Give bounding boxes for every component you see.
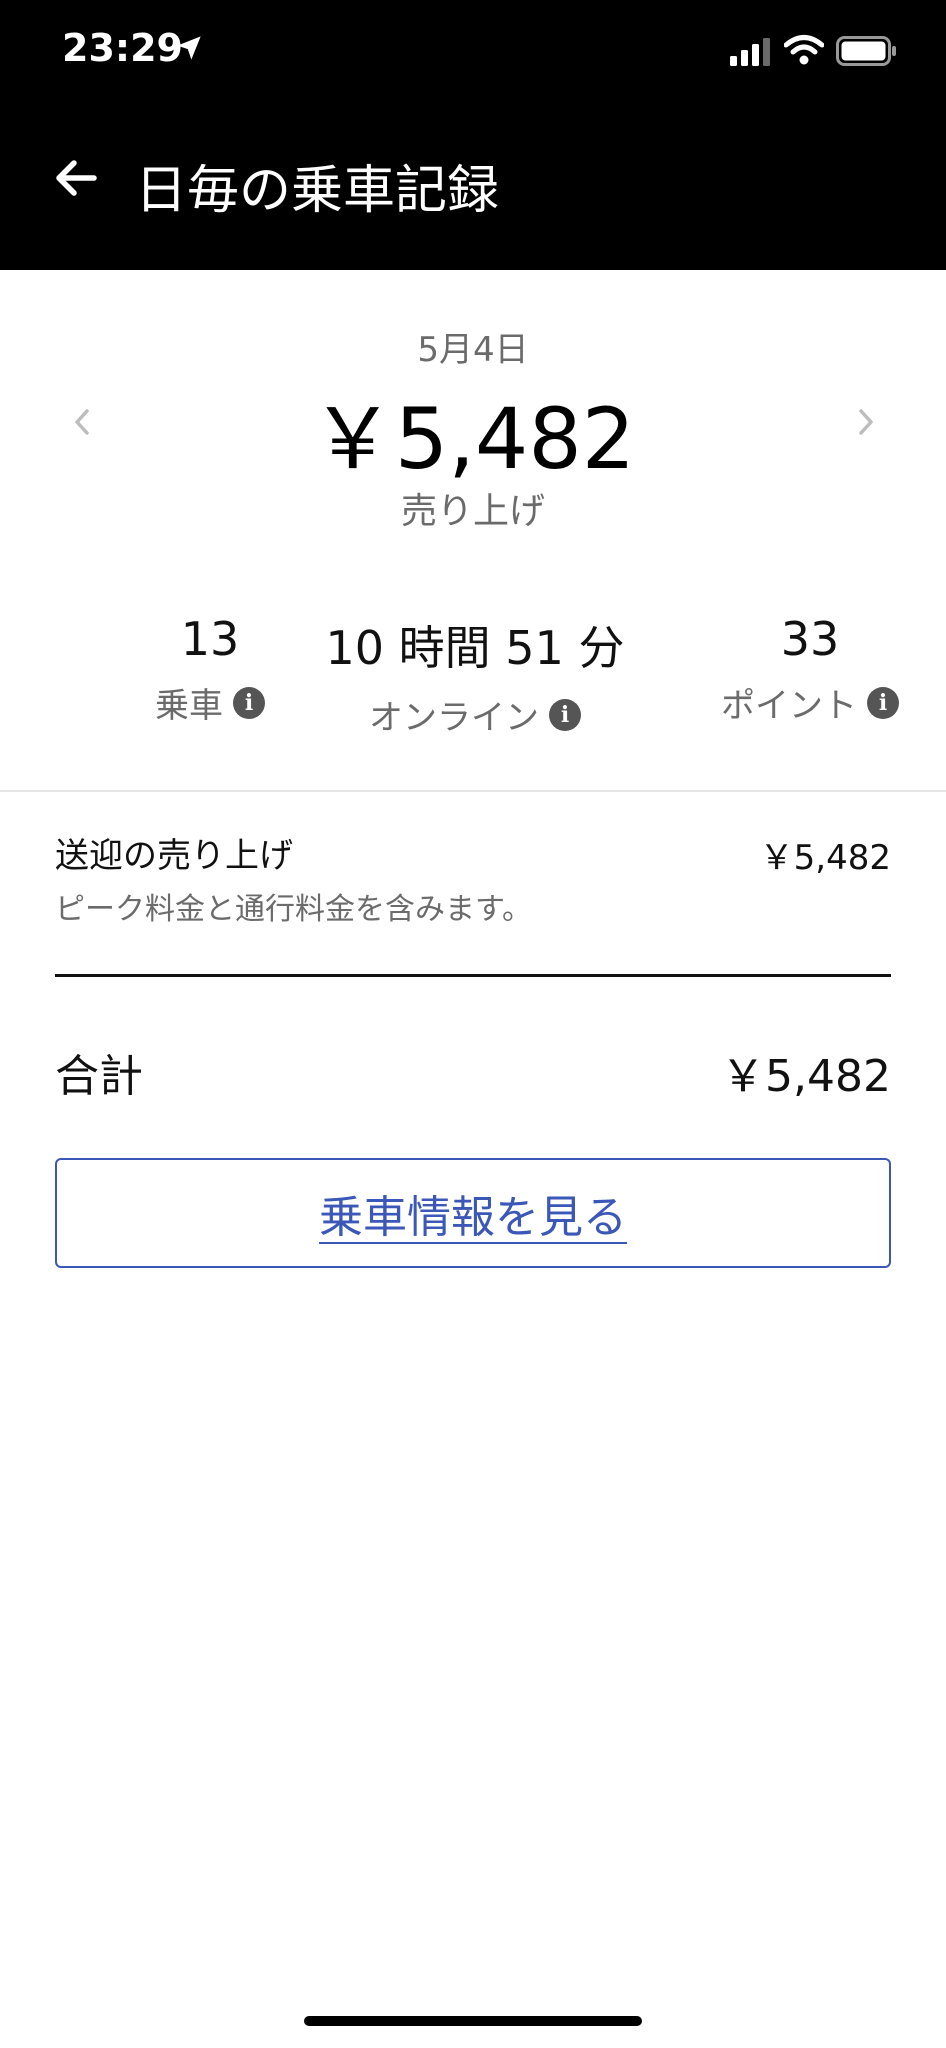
view-trips-button[interactable]: 乗車情報を見る: [55, 1158, 891, 1268]
rides-count: 13: [180, 612, 240, 666]
rides-label: 乗車: [155, 686, 223, 726]
earnings-caption: 売り上げ: [400, 491, 545, 532]
section-divider: [0, 790, 946, 792]
points-label: ポイント: [721, 686, 857, 726]
page-title: 日毎の乗車記録: [135, 161, 500, 221]
wifi-icon: [784, 35, 824, 65]
online-label-group: オンライン i: [369, 690, 581, 739]
total-label: 合計: [55, 1051, 143, 1102]
total-divider: [55, 974, 891, 977]
points-label-group: ポイント i: [721, 678, 899, 727]
info-icon[interactable]: i: [549, 698, 581, 731]
back-arrow-icon[interactable]: [50, 152, 102, 204]
cellular-signal-icon: [730, 38, 770, 66]
stat-rides: 13 乗車 i: [100, 612, 320, 727]
app-header: 23:29 日毎の乗車記録: [0, 0, 946, 270]
home-indicator[interactable]: [304, 2016, 642, 2026]
total-amount: ￥5,482: [721, 1051, 891, 1102]
fare-earnings-label: 送迎の売り上げ: [55, 836, 293, 876]
date-label: 5月4日: [417, 330, 529, 370]
points-count: 33: [780, 612, 840, 666]
info-icon[interactable]: i: [867, 686, 899, 719]
stat-online: 10 時間 51 分 オンライン i: [310, 612, 640, 739]
daily-earnings-amount: ￥5,482: [310, 390, 636, 488]
info-icon[interactable]: i: [233, 686, 265, 719]
fare-earnings-amount: ￥5,482: [759, 838, 891, 878]
battery-icon: [836, 36, 896, 66]
location-arrow-icon: [177, 36, 201, 60]
status-time: 23:29: [62, 26, 183, 70]
stat-points: 33 ポイント i: [690, 612, 930, 727]
online-label: オンライン: [369, 698, 539, 738]
online-duration: 10 時間 51 分: [325, 621, 625, 675]
rides-label-group: 乗車 i: [155, 678, 265, 727]
fare-earnings-note: ピーク料金と通行料金を含みます。: [55, 892, 532, 927]
chevron-right-icon[interactable]: [846, 402, 886, 442]
view-trips-button-label: 乗車情報を見る: [319, 1192, 627, 1243]
